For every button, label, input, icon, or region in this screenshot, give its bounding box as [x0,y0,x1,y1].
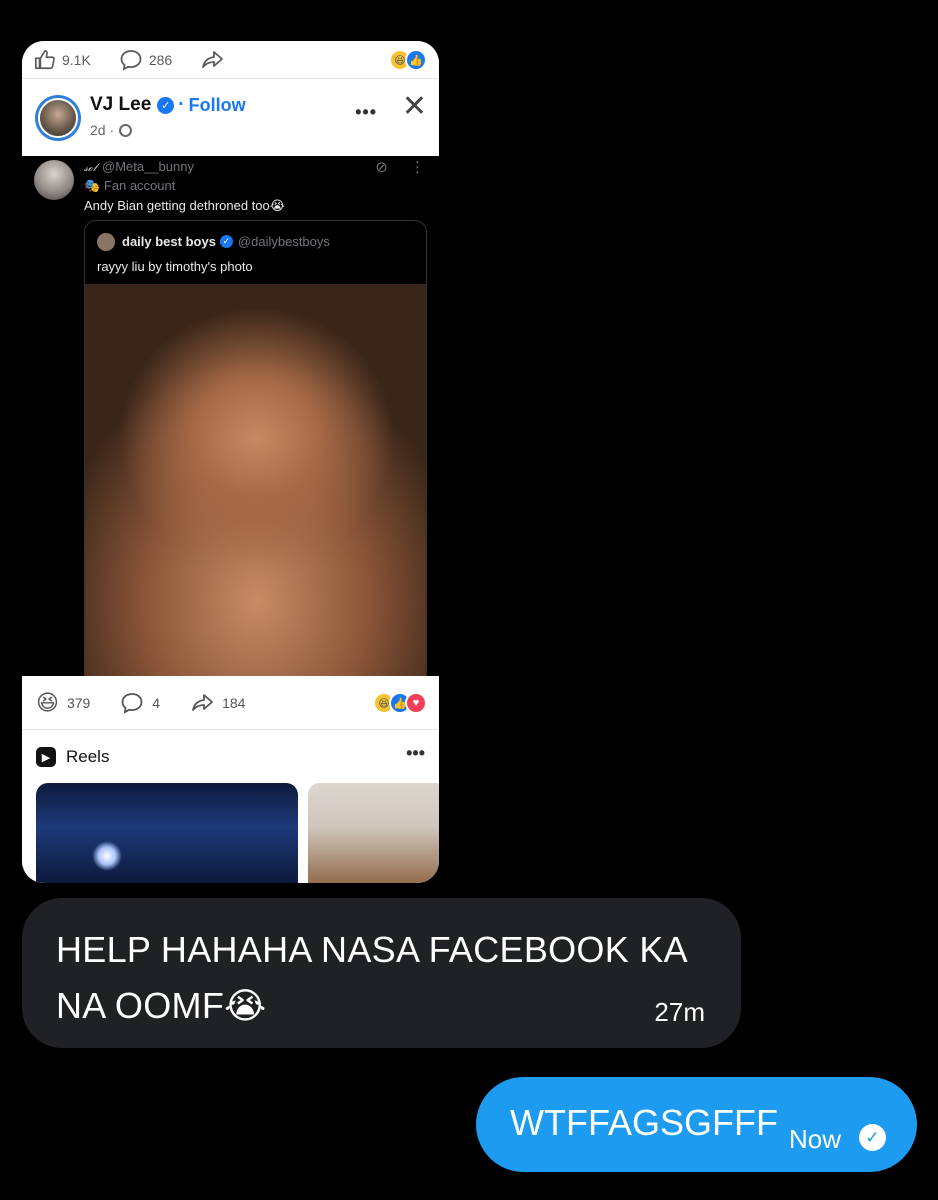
reel-card[interactable] [36,783,298,883]
kebab-menu-icon[interactable]: ⋮ [410,159,425,176]
display-name-glyph: 𝓈ℴ𝓁 [84,161,97,174]
tweet-handle: @Meta__bunny [102,159,194,174]
close-icon[interactable]: ✕ [402,92,427,122]
shared-screenshot[interactable]: 9.1K 286 😆 👍 VJ Lee ✓ · Follow 2d · ••• … [22,41,439,883]
reaction-summary[interactable]: 😆 👍 [389,49,427,71]
author-line: VJ Lee ✓ · Follow [90,94,246,116]
fan-account-label: 🎭 Fan account [84,178,175,194]
post-meta: 2d · [90,122,133,138]
embedded-tweet[interactable]: 𝓈ℴ𝓁 @Meta__bunny 🎭 Fan account Andy Bian… [22,156,439,690]
tweet-text: Andy Bian getting dethroned too😭 [84,198,285,213]
tweet-avatar[interactable] [34,160,74,200]
tweet-author[interactable]: 𝓈ℴ𝓁 @Meta__bunny [84,159,194,175]
read-check-icon: ✓ [859,1124,886,1151]
reaction-bar: 😆 379 4 184 😆 👍 ♥ [22,676,439,730]
verified-badge-icon: ✓ [219,235,233,248]
post-age: 2d · [90,122,115,138]
quote-text: rayyy liu by timothy's photo [97,259,253,274]
haha-reaction-icon: 😆 [36,689,59,715]
mask-icon: 🎭 [84,178,101,193]
post-stats-bar: 9.1K 286 😆 👍 [22,41,439,79]
quote-handle: @dailybestboys [237,234,330,249]
share-stat[interactable] [200,48,224,72]
quote-avatar [97,233,115,251]
quote-name: daily best boys [122,234,216,249]
comment-stat[interactable]: 286 [119,48,172,72]
reaction-stat[interactable]: 😆 379 [36,690,90,716]
grok-icon[interactable]: ⊘ [375,159,388,176]
comment-count: 286 [148,51,173,68]
comment-stat[interactable]: 4 [120,691,160,715]
message-text: WTFFAGSGFFF [510,1102,778,1143]
reels-header[interactable]: ▶ Reels [36,747,109,767]
reels-section: ▶ Reels ••• [22,731,439,883]
share-count: 184 [222,694,246,711]
quote-author: daily best boys ✓ @dailybestboys [122,234,330,249]
verified-badge-icon: ✓ [157,96,175,114]
reels-more-button[interactable]: ••• [406,743,425,764]
follow-button[interactable]: Follow [189,95,246,116]
thumbs-up-icon [35,49,55,69]
comment-icon [120,49,142,71]
reel-card[interactable] [308,783,439,883]
message-time: 27m [654,997,705,1027]
avatar[interactable] [35,95,81,141]
outgoing-message[interactable]: WTFFAGSGFFF Now ✓ [476,1077,917,1172]
share-stat[interactable]: 184 [190,691,245,715]
like-count: 9.1K [62,51,91,68]
incoming-message[interactable]: HELP HAHAHA NASA FACEBOOK KA NA OOMF😭 27… [22,898,741,1048]
stage-light [92,841,122,871]
comment-count: 4 [152,694,161,711]
share-icon [202,50,224,68]
quote-photo[interactable] [85,284,426,689]
reaction-summary[interactable]: 😆 👍 ♥ [373,692,427,714]
comment-icon [121,692,143,714]
separator-dot: · [178,94,185,115]
reels-title: Reels [66,747,110,766]
message-time: Now [789,1124,842,1154]
author-name[interactable]: VJ Lee [90,94,151,116]
more-options-button[interactable]: ••• [355,102,377,123]
share-icon [192,693,213,711]
globe-icon [119,123,133,137]
fan-account-text: Fan account [103,178,176,193]
tweet-actions: ⊘ ⋮ [375,158,425,176]
reels-icon: ▶ [36,747,56,767]
like-stat[interactable]: 9.1K [34,49,91,71]
quoted-tweet[interactable]: daily best boys ✓ @dailybestboys rayyy l… [84,220,427,690]
love-reaction-icon: ♥ [405,692,427,714]
reaction-count: 379 [66,694,91,711]
post-header: VJ Lee ✓ · Follow 2d · ••• ✕ [22,80,439,156]
avatar-image [38,98,78,138]
message-text: HELP HAHAHA NASA FACEBOOK KA NA OOMF😭 [56,929,686,1026]
like-reaction-icon: 👍 [405,49,427,71]
